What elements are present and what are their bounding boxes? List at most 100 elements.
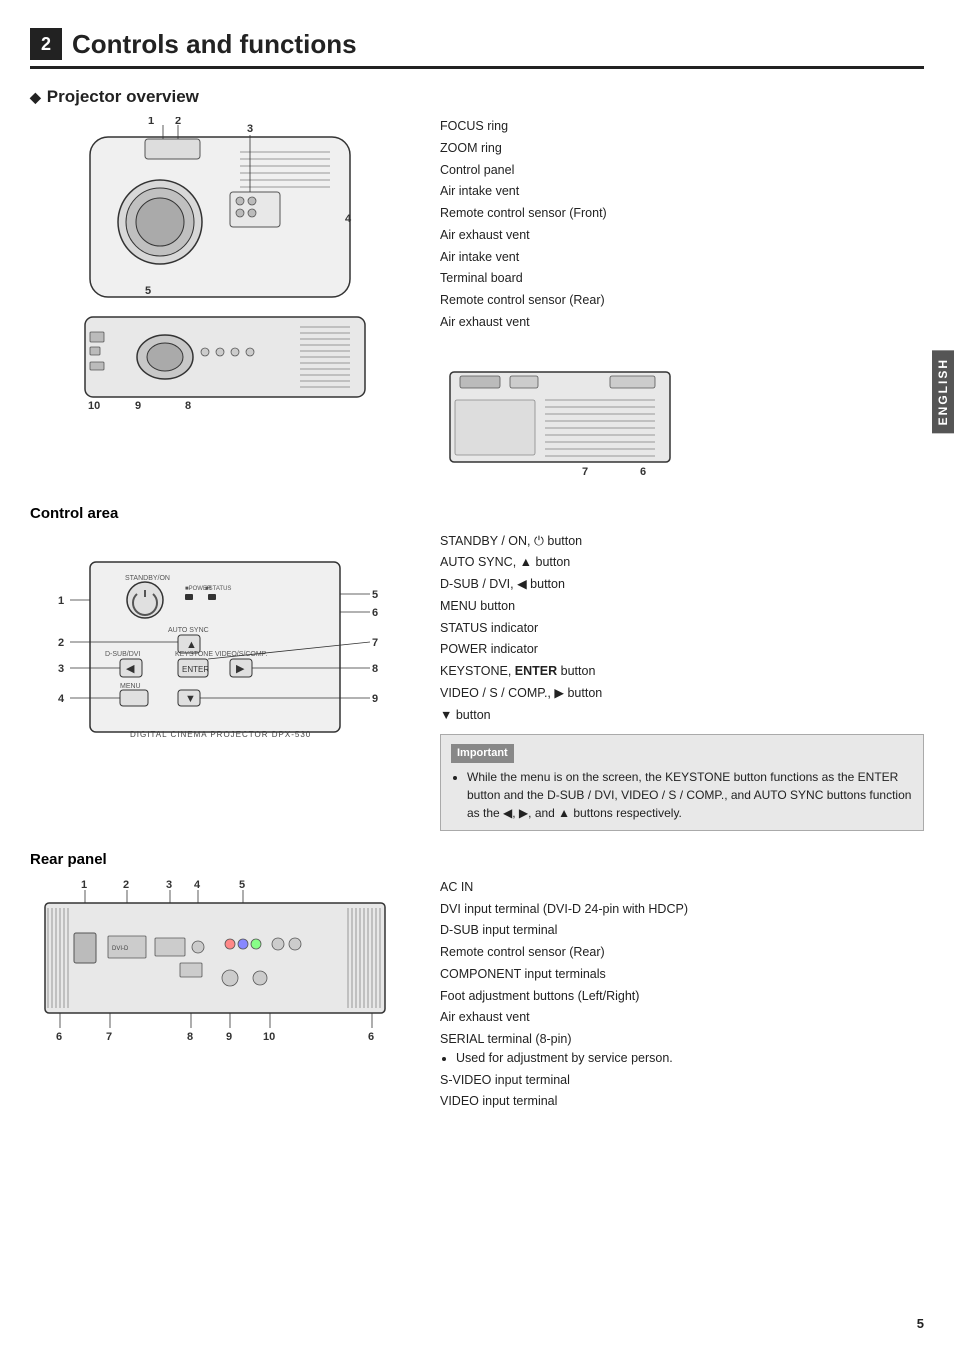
svg-text:◀: ◀ bbox=[126, 663, 135, 675]
svg-text:9: 9 bbox=[135, 400, 141, 412]
svg-text:3: 3 bbox=[247, 123, 253, 135]
list-item: FOCUS ring bbox=[440, 117, 924, 136]
list-item: VIDEO input terminal bbox=[440, 1092, 924, 1111]
rear-panel-section: Rear panel bbox=[30, 851, 924, 1114]
svg-text:9: 9 bbox=[372, 693, 378, 705]
svg-text:3: 3 bbox=[166, 879, 172, 891]
list-item: Air exhaust vent bbox=[440, 226, 924, 245]
svg-text:10: 10 bbox=[88, 400, 100, 412]
list-item: D-SUB / DVI, ◀ button bbox=[440, 575, 924, 594]
svg-text:5: 5 bbox=[145, 285, 151, 297]
svg-text:7: 7 bbox=[582, 466, 588, 478]
svg-text:▼: ▼ bbox=[185, 693, 196, 705]
list-item: Remote control sensor (Front) bbox=[440, 204, 924, 223]
svg-text:5: 5 bbox=[239, 879, 245, 891]
svg-text:9: 9 bbox=[226, 1031, 232, 1043]
control-diagram-col: STANDBY/ON ■POWER ■STATUS AUTO SYNC bbox=[30, 532, 420, 831]
svg-text:1: 1 bbox=[58, 595, 64, 607]
list-item: Remote control sensor (Rear) bbox=[440, 291, 924, 310]
projector-overview-svg: 1 2 3 4 5 bbox=[30, 117, 410, 412]
rear-panel-svg: DVI-D bbox=[30, 878, 410, 1058]
page-title: Controls and functions bbox=[72, 29, 357, 60]
projector-overview-title: Projector overview bbox=[30, 87, 924, 107]
list-item: Air intake vent bbox=[440, 248, 924, 267]
svg-text:DVI-D: DVI-D bbox=[112, 946, 129, 952]
svg-text:8: 8 bbox=[372, 663, 378, 675]
svg-text:7: 7 bbox=[106, 1031, 112, 1043]
list-item: ▼ button bbox=[440, 706, 924, 725]
svg-text:4: 4 bbox=[58, 693, 65, 705]
list-item: STATUS indicator bbox=[440, 619, 924, 638]
control-area-title: Control area bbox=[30, 505, 924, 522]
svg-text:8: 8 bbox=[185, 400, 191, 412]
page-number: 5 bbox=[917, 1316, 924, 1331]
projector-overview-list: FOCUS ring ZOOM ring Control panel Air i… bbox=[440, 117, 924, 332]
list-item: VIDEO / S / COMP., ▶ button bbox=[440, 684, 924, 703]
list-item: DVI input terminal (DVI-D 24-pin with HD… bbox=[440, 900, 924, 919]
english-sidebar-label: ENGLISH bbox=[932, 350, 954, 433]
svg-text:6: 6 bbox=[640, 466, 646, 478]
list-item: D-SUB input terminal bbox=[440, 921, 924, 940]
svg-text:3: 3 bbox=[58, 663, 64, 675]
svg-text:KEYSTONE: KEYSTONE bbox=[175, 651, 213, 658]
svg-text:8: 8 bbox=[187, 1031, 193, 1043]
control-area-list: STANDBY / ON, ⏻ button AUTO SYNC, ▲ butt… bbox=[440, 532, 924, 725]
list-item: AUTO SYNC, ▲ button bbox=[440, 553, 924, 572]
svg-text:4: 4 bbox=[345, 213, 352, 225]
page-header: 2 Controls and functions bbox=[30, 28, 924, 69]
list-item: Air exhaust vent bbox=[440, 1008, 924, 1027]
list-item: STANDBY / ON, ⏻ button bbox=[440, 532, 924, 551]
svg-text:4: 4 bbox=[194, 879, 201, 891]
svg-text:▶: ▶ bbox=[236, 663, 245, 675]
rear-panel-diagram-col: DVI-D bbox=[30, 878, 420, 1114]
svg-text:DIGITAL CINEMA PROJECTOR DPX-5: DIGITAL CINEMA PROJECTOR DPX-530 bbox=[130, 730, 311, 739]
rear-panel-content: DVI-D bbox=[30, 878, 924, 1114]
rear-diagram-svg: 7 6 bbox=[440, 362, 680, 482]
list-item: Air intake vent bbox=[440, 182, 924, 201]
svg-text:■STATUS: ■STATUS bbox=[205, 586, 231, 592]
rear-panel-title: Rear panel bbox=[30, 851, 924, 868]
control-area-svg: STANDBY/ON ■POWER ■STATUS AUTO SYNC bbox=[30, 532, 400, 762]
svg-text:5: 5 bbox=[372, 589, 378, 601]
svg-text:▲: ▲ bbox=[186, 639, 197, 651]
list-item: Terminal board bbox=[440, 269, 924, 288]
list-item: KEYSTONE, ENTER button bbox=[440, 662, 924, 681]
important-list: While the menu is on the screen, the KEY… bbox=[451, 768, 913, 822]
list-item: MENU button bbox=[440, 597, 924, 616]
svg-text:D-SUB/DVI: D-SUB/DVI bbox=[105, 651, 140, 658]
control-area-content: STANDBY/ON ■POWER ■STATUS AUTO SYNC bbox=[30, 532, 924, 831]
svg-text:1: 1 bbox=[81, 879, 87, 891]
list-item: Remote control sensor (Rear) bbox=[440, 943, 924, 962]
list-item: POWER indicator bbox=[440, 640, 924, 659]
list-item: Control panel bbox=[440, 161, 924, 180]
svg-text:2: 2 bbox=[123, 879, 129, 891]
svg-text:1: 1 bbox=[148, 117, 154, 127]
important-label: Important bbox=[451, 744, 514, 763]
svg-text:AUTO SYNC: AUTO SYNC bbox=[168, 627, 209, 634]
projector-overview-section: Projector overview bbox=[30, 87, 924, 485]
rear-side-diagram-container: 7 6 bbox=[440, 362, 924, 485]
list-item: COMPONENT input terminals bbox=[440, 965, 924, 984]
rear-panel-list: AC IN DVI input terminal (DVI-D 24-pin w… bbox=[440, 878, 924, 1111]
svg-text:6: 6 bbox=[56, 1031, 62, 1043]
svg-text:STANDBY/ON: STANDBY/ON bbox=[125, 575, 170, 582]
page-container: 2 Controls and functions ENGLISH Project… bbox=[0, 0, 954, 1351]
svg-text:6: 6 bbox=[368, 1031, 374, 1043]
svg-text:6: 6 bbox=[372, 607, 378, 619]
list-item: ZOOM ring bbox=[440, 139, 924, 158]
list-item: AC IN bbox=[440, 878, 924, 897]
list-item: Air exhaust vent bbox=[440, 313, 924, 332]
important-note: Important While the menu is on the scree… bbox=[440, 734, 924, 831]
svg-text:2: 2 bbox=[175, 117, 181, 127]
projector-diagram-col: 1 2 3 4 5 bbox=[30, 117, 420, 485]
svg-text:10: 10 bbox=[263, 1031, 275, 1043]
important-list-item: While the menu is on the screen, the KEY… bbox=[467, 768, 913, 822]
projector-overview-list-col: FOCUS ring ZOOM ring Control panel Air i… bbox=[440, 117, 924, 485]
rear-panel-list-col: AC IN DVI input terminal (DVI-D 24-pin w… bbox=[440, 878, 924, 1114]
list-item: Foot adjustment buttons (Left/Right) bbox=[440, 987, 924, 1006]
list-subitem: Used for adjustment by service person. bbox=[456, 1049, 924, 1068]
control-area-section: Control area STANDBY/ON ■POWER bbox=[30, 505, 924, 831]
list-item: S-VIDEO input terminal bbox=[440, 1071, 924, 1090]
projector-overview-content: 1 2 3 4 5 bbox=[30, 117, 924, 485]
list-item: SERIAL terminal (8-pin) Used for adjustm… bbox=[440, 1030, 924, 1068]
